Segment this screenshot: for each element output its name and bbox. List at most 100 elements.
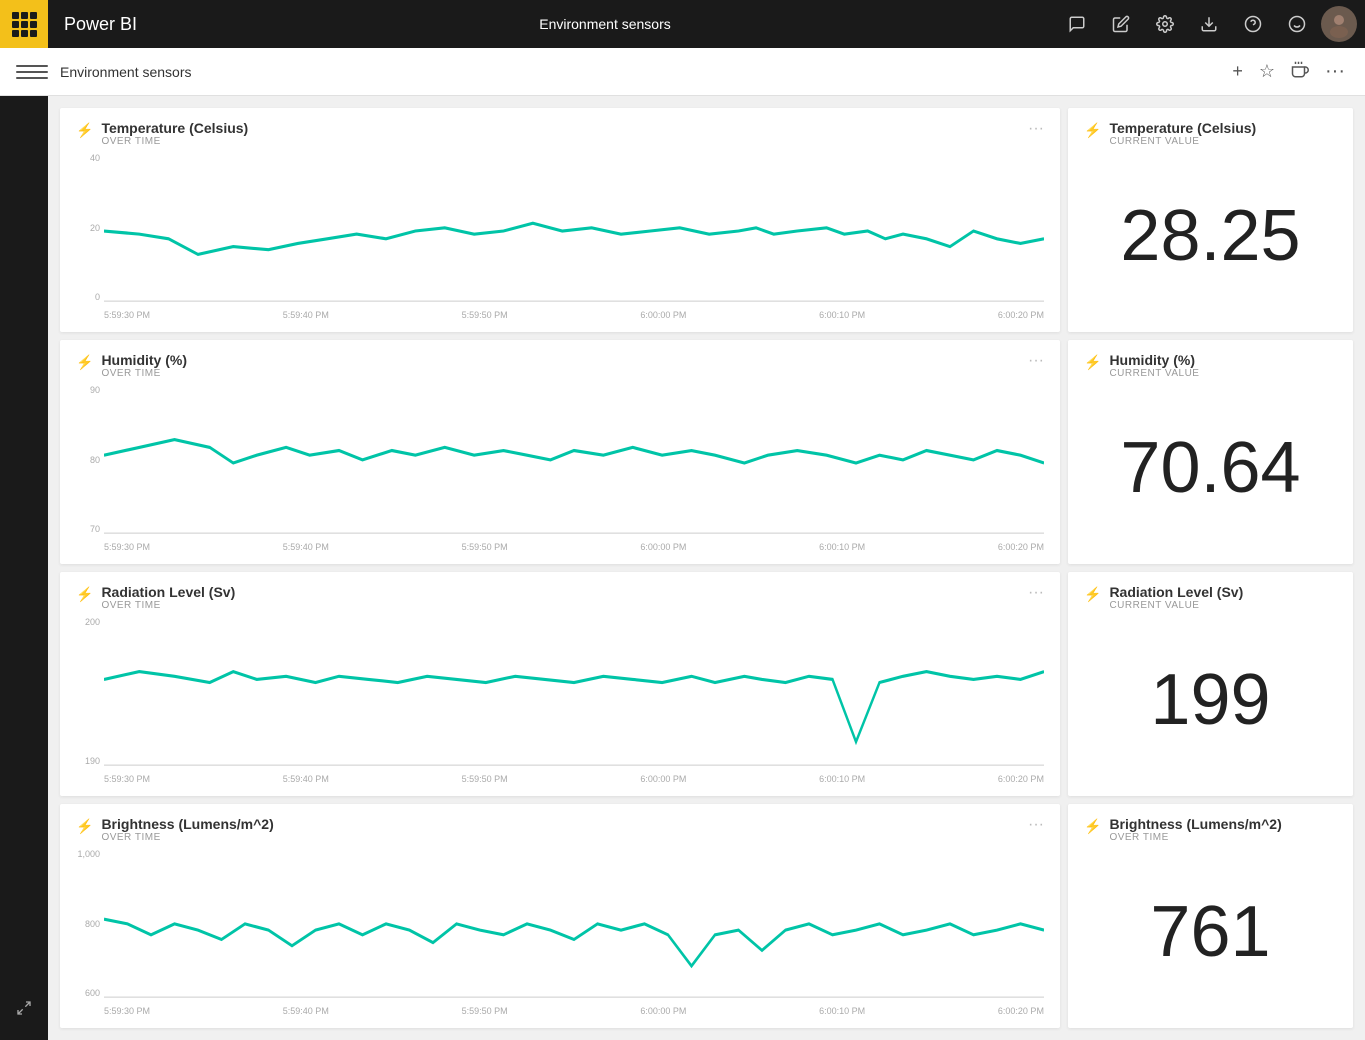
humidity-value: 70.64 — [1084, 383, 1337, 552]
brightness-chart-wrapper: 1,000 800 600 5:59:30 PM 5:59:40 PM 5:59… — [76, 849, 1044, 1016]
card-title-group: Humidity (%) CURRENT VALUE — [1109, 352, 1337, 379]
share-button[interactable] — [1287, 57, 1313, 86]
y-label-70: 70 — [76, 524, 100, 534]
edit-icon-btn[interactable] — [1101, 4, 1141, 44]
second-bar: Environment sensors + ☆ ··· — [0, 48, 1365, 96]
smiley-icon-btn[interactable] — [1277, 4, 1317, 44]
lightning-icon: ⚡ — [1084, 818, 1101, 835]
card-title-group: Temperature (Celsius) CURRENT VALUE — [1109, 120, 1337, 147]
card-title-group: Humidity (%) OVER TIME — [101, 352, 1028, 379]
humidity-y-axis: 90 80 70 — [76, 385, 104, 552]
card-title-group: Radiation Level (Sv) OVER TIME — [101, 584, 1028, 611]
temp-y-axis: 40 20 0 — [76, 153, 104, 320]
brightness-x-labels: 5:59:30 PM 5:59:40 PM 5:59:50 PM 6:00:00… — [104, 1006, 1044, 1016]
radiation-over-time-subtitle: OVER TIME — [101, 600, 1028, 611]
radiation-over-time-card: ⚡ Radiation Level (Sv) OVER TIME ··· 200… — [60, 572, 1060, 796]
card-header: ⚡ Radiation Level (Sv) OVER TIME ··· — [76, 584, 1044, 611]
lightning-icon: ⚡ — [1084, 354, 1101, 371]
brightness-over-time-title: Brightness (Lumens/m^2) — [101, 816, 1028, 832]
brightness-over-time-card: ⚡ Brightness (Lumens/m^2) OVER TIME ··· … — [60, 804, 1060, 1028]
nav-icons — [1057, 4, 1365, 44]
humidity-over-time-title: Humidity (%) — [101, 352, 1028, 368]
nav-title: Environment sensors — [153, 16, 1057, 32]
main-layout: ⚡ Temperature (Celsius) OVER TIME ··· 40… — [0, 96, 1365, 1040]
humidity-x-labels: 5:59:30 PM 5:59:40 PM 5:59:50 PM 6:00:00… — [104, 542, 1044, 552]
radiation-current-subtitle: CURRENT VALUE — [1109, 600, 1337, 611]
radiation-chart-svg-container: 5:59:30 PM 5:59:40 PM 5:59:50 PM 6:00:00… — [104, 617, 1044, 784]
more-options-button[interactable]: ··· — [1321, 56, 1349, 87]
temp-over-time-card: ⚡ Temperature (Celsius) OVER TIME ··· 40… — [60, 108, 1060, 332]
brightness-over-time-subtitle: OVER TIME — [101, 832, 1028, 843]
y-label-600: 600 — [76, 988, 100, 998]
x-label-3: 5:59:50 PM — [462, 310, 508, 320]
lightning-icon: ⚡ — [76, 122, 93, 139]
favorite-button[interactable]: ☆ — [1255, 57, 1279, 86]
top-bar: Power BI Environment sensors — [0, 0, 1365, 48]
card-header: ⚡ Humidity (%) OVER TIME ··· — [76, 352, 1044, 379]
card-title-group: Brightness (Lumens/m^2) OVER TIME — [101, 816, 1028, 843]
humidity-current-subtitle: CURRENT VALUE — [1109, 368, 1337, 379]
radiation-chart-wrapper: 200 190 5:59:30 PM 5:59:40 PM 5:59:50 PM… — [76, 617, 1044, 784]
card-header: ⚡ Humidity (%) CURRENT VALUE — [1084, 352, 1337, 379]
card-more-btn[interactable]: ··· — [1028, 352, 1044, 370]
humidity-current-card: ⚡ Humidity (%) CURRENT VALUE 70.64 — [1068, 340, 1353, 564]
radiation-line-chart — [104, 617, 1044, 773]
card-more-btn[interactable]: ··· — [1028, 584, 1044, 602]
card-header: ⚡ Temperature (Celsius) CURRENT VALUE — [1084, 120, 1337, 147]
user-avatar[interactable] — [1321, 6, 1357, 42]
x-label-6: 6:00:20 PM — [998, 310, 1044, 320]
card-title-group: Temperature (Celsius) OVER TIME — [101, 120, 1028, 147]
humidity-over-time-card: ⚡ Humidity (%) OVER TIME ··· 90 80 70 — [60, 340, 1060, 564]
card-more-btn[interactable]: ··· — [1028, 816, 1044, 834]
brightness-line-chart — [104, 849, 1044, 1005]
lightning-icon: ⚡ — [1084, 586, 1101, 603]
temp-line-chart — [104, 153, 1044, 309]
temp-over-time-title: Temperature (Celsius) — [101, 120, 1028, 136]
radiation-over-time-title: Radiation Level (Sv) — [101, 584, 1028, 600]
temp-chart-wrapper: 40 20 0 5:59:30 PM 5:59:40 PM 5:59:50 PM… — [76, 153, 1044, 320]
settings-icon-btn[interactable] — [1145, 4, 1185, 44]
second-bar-actions: + ☆ ··· — [1228, 56, 1349, 87]
dashboard: ⚡ Temperature (Celsius) OVER TIME ··· 40… — [48, 96, 1365, 1040]
y-label-190: 190 — [76, 756, 100, 766]
y-label-0: 0 — [76, 292, 100, 302]
app-launcher[interactable] — [0, 0, 48, 48]
x-label-2: 5:59:40 PM — [283, 310, 329, 320]
lightning-icon: ⚡ — [76, 354, 93, 371]
temp-value: 28.25 — [1084, 151, 1337, 320]
humidity-line-chart — [104, 385, 1044, 541]
comment-icon-btn[interactable] — [1057, 4, 1097, 44]
page-title: Environment sensors — [60, 64, 1228, 80]
x-label-4: 6:00:00 PM — [640, 310, 686, 320]
radiation-current-card: ⚡ Radiation Level (Sv) CURRENT VALUE 199 — [1068, 572, 1353, 796]
brand: Power BI — [48, 14, 153, 35]
brightness-y-axis: 1,000 800 600 — [76, 849, 104, 1016]
expand-icon[interactable] — [4, 988, 44, 1028]
x-label-1: 5:59:30 PM — [104, 310, 150, 320]
brightness-value: 761 — [1084, 847, 1337, 1016]
card-more-btn[interactable]: ··· — [1028, 120, 1044, 138]
lightning-icon: ⚡ — [76, 818, 93, 835]
download-icon-btn[interactable] — [1189, 4, 1229, 44]
add-button[interactable]: + — [1228, 57, 1247, 86]
card-title-group: Brightness (Lumens/m^2) OVER TIME — [1109, 816, 1337, 843]
brand-name: Power BI — [64, 14, 137, 35]
y-label-1000: 1,000 — [76, 849, 100, 859]
radiation-y-axis: 200 190 — [76, 617, 104, 784]
help-icon-btn[interactable] — [1233, 4, 1273, 44]
x-label-5: 6:00:10 PM — [819, 310, 865, 320]
hamburger-menu[interactable] — [16, 56, 48, 88]
humidity-current-title: Humidity (%) — [1109, 352, 1337, 368]
humidity-over-time-subtitle: OVER TIME — [101, 368, 1028, 379]
sidebar-bottom — [4, 988, 44, 1028]
app-launcher-grid — [12, 12, 37, 37]
temp-over-time-subtitle: OVER TIME — [101, 136, 1028, 147]
y-label-200: 200 — [76, 617, 100, 627]
card-title-group: Radiation Level (Sv) CURRENT VALUE — [1109, 584, 1337, 611]
y-label-20: 20 — [76, 223, 100, 233]
card-header: ⚡ Radiation Level (Sv) CURRENT VALUE — [1084, 584, 1337, 611]
brightness-current-subtitle: OVER TIME — [1109, 832, 1337, 843]
humidity-chart-svg-container: 5:59:30 PM 5:59:40 PM 5:59:50 PM 6:00:00… — [104, 385, 1044, 552]
radiation-current-title: Radiation Level (Sv) — [1109, 584, 1337, 600]
lightning-icon: ⚡ — [1084, 122, 1101, 139]
